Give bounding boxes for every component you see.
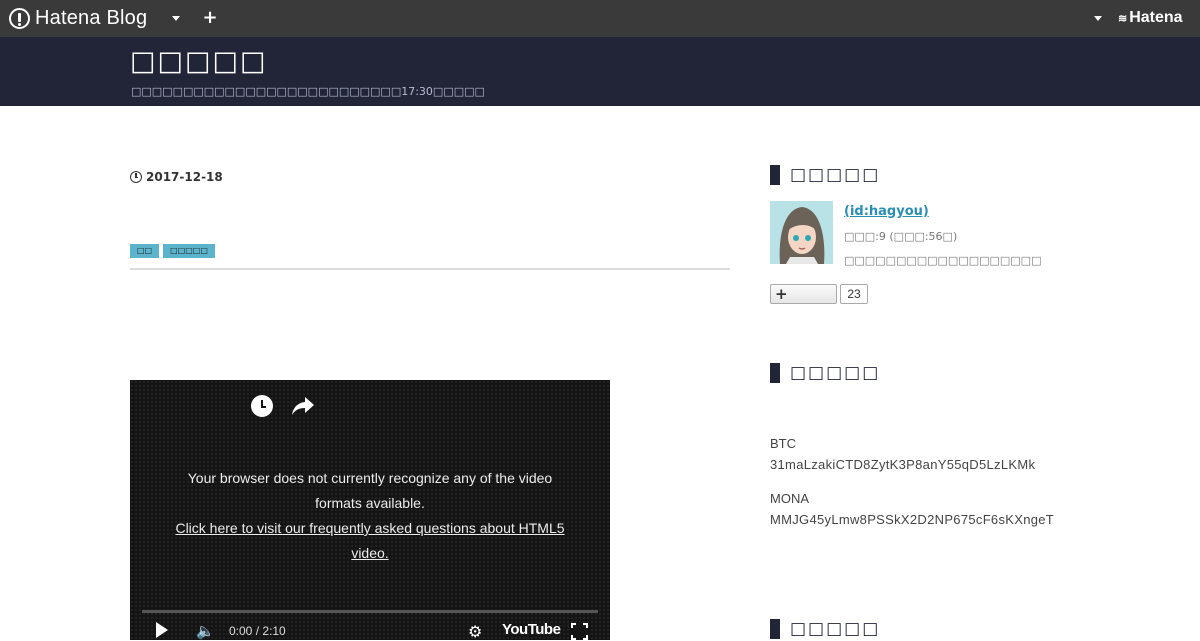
avatar[interactable]	[770, 201, 833, 264]
new-post-plus-icon[interactable]: +	[201, 8, 219, 28]
play-icon[interactable]	[156, 622, 168, 638]
plus-icon: +	[775, 285, 788, 303]
entry-date-text: 2017-12-18	[146, 170, 223, 184]
crypto-address-btc: 31maLzakiCTD8ZytK3P8anY55qD5LzLKMk	[770, 457, 1036, 472]
entry-date[interactable]: 2017-12-18	[130, 170, 223, 184]
youtube-embed[interactable]: Your browser does not currently recogniz…	[130, 380, 610, 641]
crypto-label-mona: MONA	[770, 491, 809, 506]
crypto-address-mona: MMJG45yLmw8PSSkX2D2NP675cF6sKXngeT	[770, 512, 1055, 527]
video-time: 0:00 / 2:10	[229, 624, 286, 638]
entry-categories: □□ □□□□□	[130, 244, 215, 258]
category-tag[interactable]: □□	[130, 244, 160, 258]
hatena-brand-text: Hatena	[1129, 9, 1183, 26]
clock-icon	[130, 171, 142, 183]
sidebar-third-heading: □□□□□	[770, 619, 880, 639]
html5-faq-link[interactable]: Click here to visit our frequently asked…	[175, 520, 564, 561]
video-progress-bar[interactable]	[142, 610, 598, 613]
avatar-image	[770, 201, 833, 264]
heading-accent-bar	[770, 363, 780, 383]
heading-accent-bar	[770, 619, 780, 639]
blog-title[interactable]: □□□□□	[130, 46, 268, 77]
settings-gear-icon[interactable]: ⚙	[468, 623, 486, 641]
volume-icon[interactable]: 🔈	[196, 623, 216, 639]
entry-header-divider	[130, 268, 730, 270]
global-header-bar: Hatena Blog + ≋ Hatena	[0, 0, 1200, 37]
video-error-message: Your browser does not currently recogniz…	[170, 466, 570, 566]
sidebar-heading-text: □□□□□	[790, 363, 881, 383]
user-menu-chevron-down-icon[interactable]	[1094, 16, 1102, 21]
blog-menu-chevron-down-icon[interactable]	[172, 16, 180, 21]
watch-later-clock-icon[interactable]	[251, 395, 273, 417]
profile-meta: □□□:9 (□□□:56□)	[844, 230, 958, 243]
sidebar-heading-text: □□□□□	[790, 619, 881, 639]
blog-description: □□□□□□□□□□□□□□□□□□□□□□□□□□17:30□□□□□	[131, 85, 485, 98]
heading-accent-bar	[770, 165, 780, 185]
follow-button[interactable]: +	[770, 284, 837, 304]
hatena-brand-link[interactable]: ≋ Hatena	[1118, 9, 1183, 27]
sidebar-donation-heading: □□□□□	[770, 363, 880, 383]
fullscreen-icon[interactable]	[570, 622, 589, 640]
sidebar-profile-heading: □□□□□	[770, 165, 880, 185]
profile-bio: □□□□□□□□□□□□□□□□□□□	[844, 254, 1042, 267]
profile-name-link[interactable]: (id:hagyou)	[844, 204, 929, 219]
blog-header: □□□□□ □□□□□□□□□□□□□□□□□□□□□□□□□□17:30□□□…	[0, 37, 1200, 106]
category-tag[interactable]: □□□□□	[163, 244, 215, 258]
hatena-blog-logo[interactable]: Hatena Blog	[9, 7, 147, 29]
video-error-text: Your browser does not currently recogniz…	[187, 470, 553, 511]
hatena-blog-logo-icon	[9, 7, 30, 29]
crypto-label-btc: BTC	[770, 436, 796, 451]
share-arrow-icon[interactable]	[290, 394, 316, 418]
hatena-mark-icon: ≋	[1118, 12, 1127, 25]
follower-count[interactable]: 23	[840, 284, 868, 304]
sidebar-heading-text: □□□□□	[790, 165, 881, 185]
hatena-blog-logo-text: Hatena Blog	[35, 6, 148, 29]
